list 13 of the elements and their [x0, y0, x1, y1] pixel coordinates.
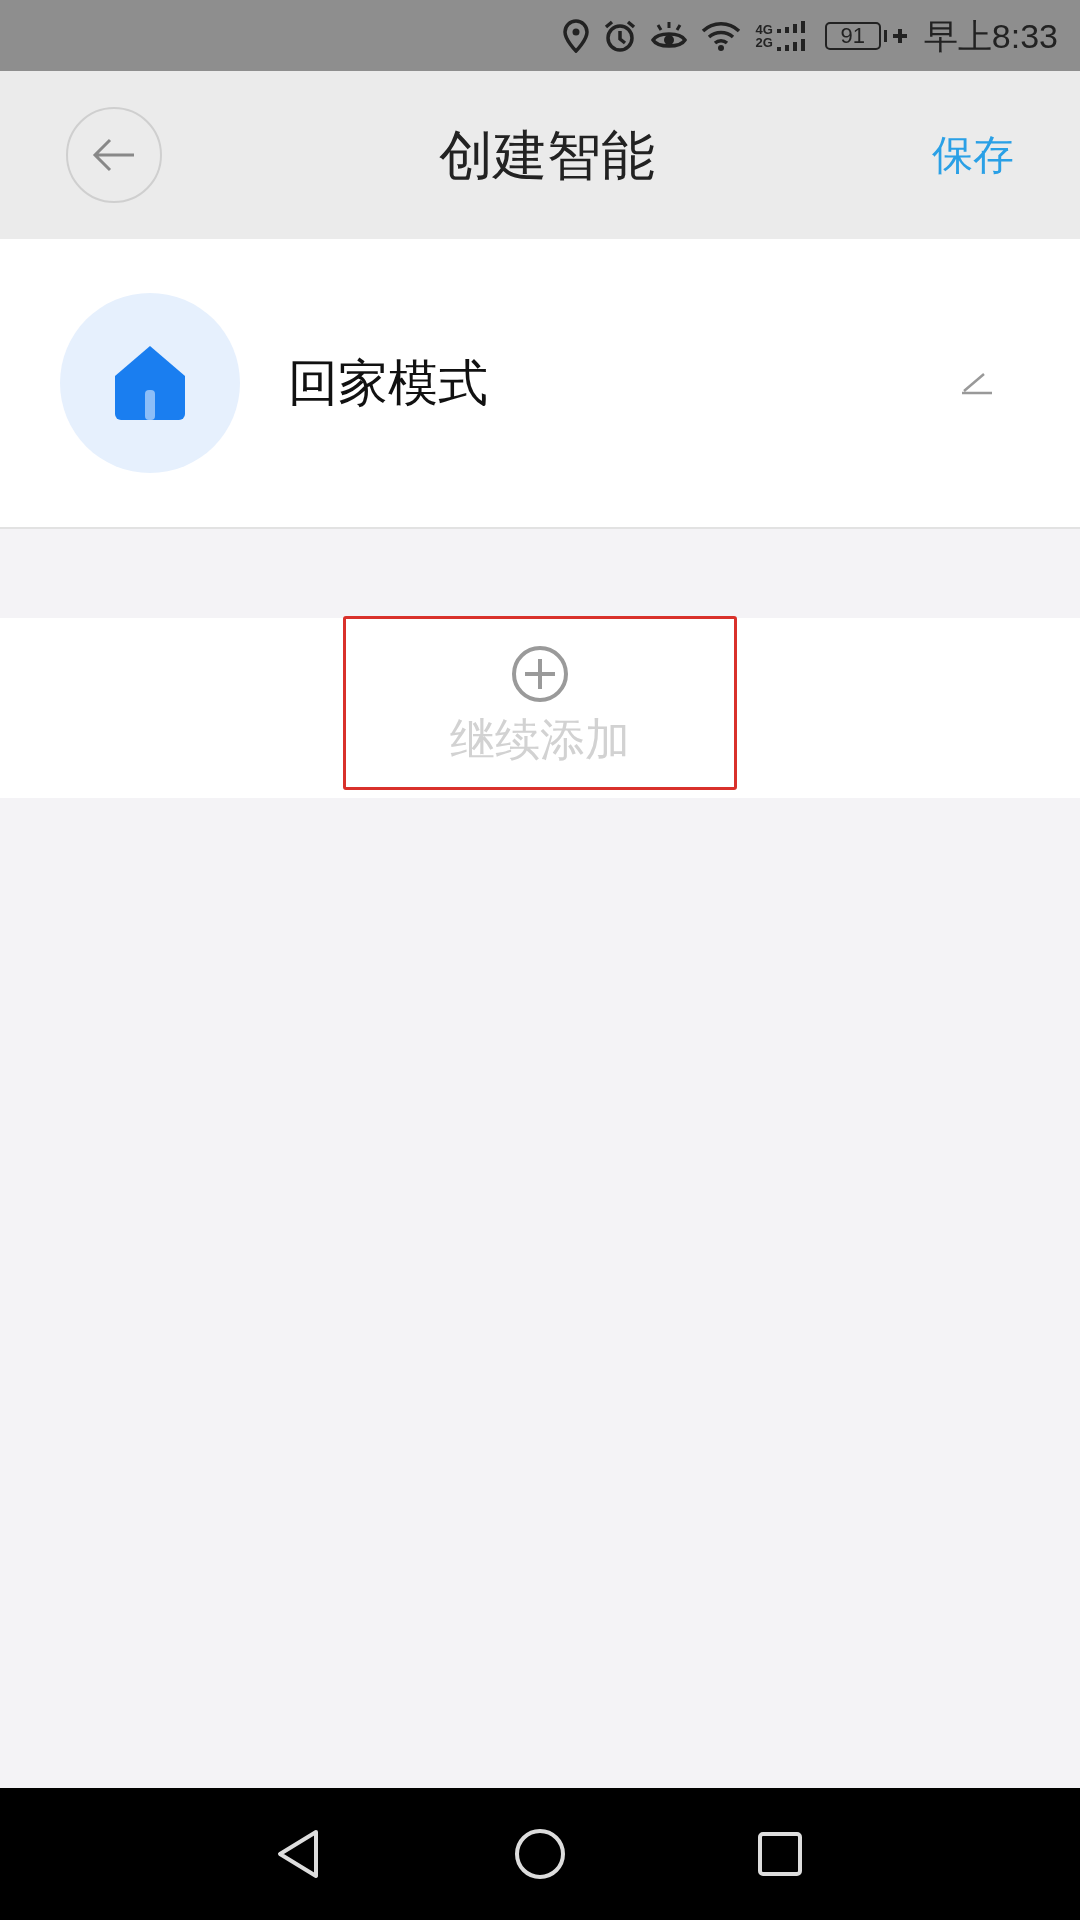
- network-label: 4G: [755, 22, 773, 36]
- house-icon: [115, 346, 185, 420]
- status-time: 早上8:33: [923, 18, 1058, 53]
- page-title: 创建智能: [438, 128, 656, 182]
- scene-name: 回家模式: [288, 358, 489, 408]
- network-label: 2G: [755, 35, 773, 49]
- alarm-clock-icon: [603, 18, 638, 53]
- battery-level: 91: [824, 21, 881, 50]
- back-arrow-icon: [92, 138, 136, 172]
- save-button[interactable]: 保存: [932, 134, 1014, 176]
- location-icon: [563, 18, 590, 53]
- edit-icon[interactable]: [960, 371, 992, 395]
- add-icon: [511, 644, 569, 703]
